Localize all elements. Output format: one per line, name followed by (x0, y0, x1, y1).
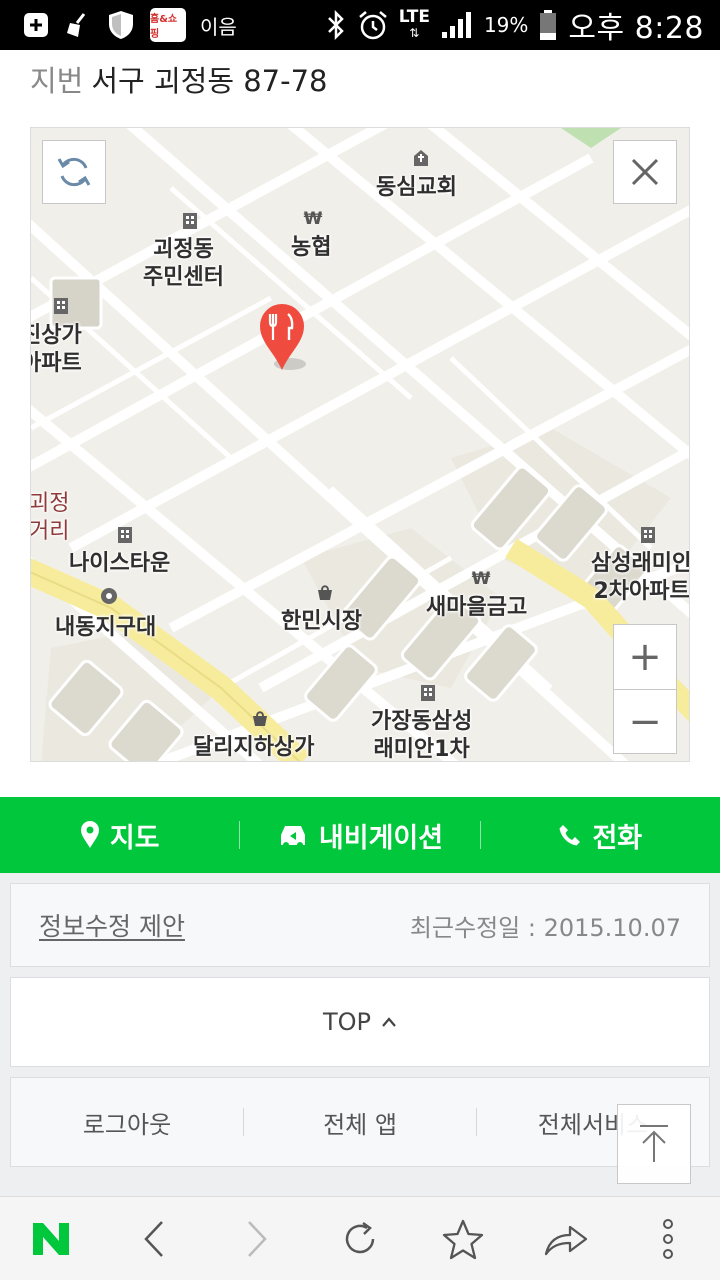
last-updated-text: 최근수정일 : 2015.10.07 (409, 913, 681, 942)
chevron-left-icon (144, 1220, 164, 1257)
bank-won-icon: ₩ (472, 569, 491, 588)
data-arrows-icon: ⇅ (409, 26, 420, 40)
map-label-hanmin-market: 한민시장 (281, 609, 362, 634)
refresh-map-button[interactable] (42, 140, 106, 204)
restaurant-marker-icon[interactable] (256, 300, 308, 372)
apartment-icon (54, 298, 68, 314)
shopping-bag-icon (253, 711, 267, 726)
apartment-icon (421, 685, 435, 701)
more-menu-button[interactable] (638, 1209, 698, 1269)
battery-icon (538, 9, 558, 41)
alarm-clock-icon (357, 9, 389, 41)
phone-icon (559, 825, 581, 846)
top-button-label: TOP (322, 1008, 372, 1036)
footer-area: 정보수정 제안 최근수정일 : 2015.10.07 TOP 로그아웃 전체 앱… (0, 873, 720, 1196)
address-line: 지번 서구 괴정동 87-78 (30, 58, 327, 100)
zoom-in-button[interactable]: + (614, 625, 676, 689)
close-map-button[interactable] (613, 140, 677, 204)
browser-toolbar (0, 1196, 720, 1280)
chevron-up-icon (382, 1017, 396, 1027)
shield-icon (106, 9, 136, 41)
carrier-text: 이음 (200, 14, 237, 39)
notification-plus-icon (22, 11, 50, 39)
suggest-edit-link[interactable]: 정보수정 제안 (39, 907, 185, 943)
back-button[interactable] (124, 1209, 184, 1269)
police-icon (101, 588, 117, 604)
map-label-gajang-samsung: 가장동삼성 래미안1차 (371, 709, 473, 762)
map-label-street-left: 괴정 거리 (30, 491, 70, 544)
map-label-nh-bank: 농협 (291, 235, 332, 260)
reload-icon (345, 1221, 375, 1253)
bank-won-icon: ₩ (304, 209, 323, 228)
reload-button[interactable] (330, 1209, 390, 1269)
network-type-text: LTE (398, 7, 430, 27)
signal-strength-icon (440, 10, 474, 40)
naver-home-button[interactable] (21, 1209, 81, 1269)
refresh-icon (57, 157, 91, 187)
call-action-label: 전화 (592, 822, 643, 854)
top-button[interactable]: TOP (10, 977, 710, 1067)
map-label-saemaeul-bank: 새마을금고 (426, 595, 528, 620)
status-bar: 홈&쇼핑 이음 LTE ⇅ 19% 오후 8:28 (0, 0, 720, 50)
map-label-church: 동심교회 (376, 175, 457, 200)
logout-link[interactable]: 로그아웃 (11, 1105, 243, 1140)
info-panel: 정보수정 제안 최근수정일 : 2015.10.07 (10, 883, 710, 967)
map-label-apartment-left: 진상가 아파트 (31, 323, 82, 376)
bluetooth-icon (325, 10, 347, 40)
arrow-up-icon (640, 1125, 668, 1162)
map-label-samsung-raemian-2: 삼성래미안 2차아파트 (591, 551, 690, 604)
navigation-action-button[interactable]: 내비게이션 (240, 816, 479, 855)
forward-button[interactable] (227, 1209, 287, 1269)
car-navigation-icon (280, 826, 305, 848)
footer-links: 로그아웃 전체 앱 전체서비스 (10, 1077, 710, 1167)
scroll-to-top-button[interactable] (617, 1104, 691, 1184)
share-button[interactable] (536, 1209, 596, 1269)
apartment-icon (118, 527, 132, 543)
action-bar: 지도 내비게이션 전화 (0, 797, 720, 873)
lte-indicator: LTE ⇅ (399, 9, 430, 41)
map-label-nice-town: 나이스타운 (69, 551, 171, 576)
bookmark-button[interactable] (433, 1209, 493, 1269)
location-pin-icon (80, 821, 99, 848)
chevron-right-icon (248, 1220, 267, 1257)
close-icon (631, 158, 659, 186)
address-type-label: 지번 (30, 64, 84, 98)
map-label-dalli-mall: 달리지하상가 (193, 735, 315, 760)
church-icon (414, 150, 428, 166)
map-action-label: 지도 (109, 822, 160, 854)
navigation-action-label: 내비게이션 (318, 822, 444, 854)
building-icon (183, 213, 197, 229)
naver-logo-icon (33, 1222, 70, 1255)
battery-percent: 19% (483, 13, 529, 37)
all-apps-link[interactable]: 전체 앱 (244, 1105, 476, 1140)
zoom-controls: + − (613, 624, 677, 754)
svg-text:₩: ₩ (472, 569, 491, 588)
call-action-button[interactable]: 전화 (481, 816, 720, 855)
map-view[interactable]: ₩ ₩ 동심교회 괴정동 주민센터 농협 진상가 아파트 괴정 거리 나이스타운… (30, 127, 690, 762)
home-shopping-app-icon: 홈&쇼핑 (150, 8, 186, 42)
shopping-bag-icon (318, 585, 332, 600)
address-value: 서구 괴정동 87-78 (91, 64, 328, 98)
apartment-icon (641, 527, 655, 543)
share-arrow-icon (544, 1225, 587, 1255)
zoom-out-button[interactable]: − (614, 689, 676, 753)
cleaner-broom-icon (64, 11, 92, 39)
map-label-naedong-police: 내동지구대 (55, 615, 157, 640)
map-action-button[interactable]: 지도 (0, 816, 239, 855)
star-icon (442, 1219, 483, 1259)
status-clock: 오후 8:28 (568, 11, 704, 46)
more-vertical-icon (663, 1218, 674, 1259)
svg-text:₩: ₩ (304, 209, 323, 228)
map-roads (31, 128, 689, 761)
map-label-community-center: 괴정동 주민센터 (143, 237, 224, 290)
